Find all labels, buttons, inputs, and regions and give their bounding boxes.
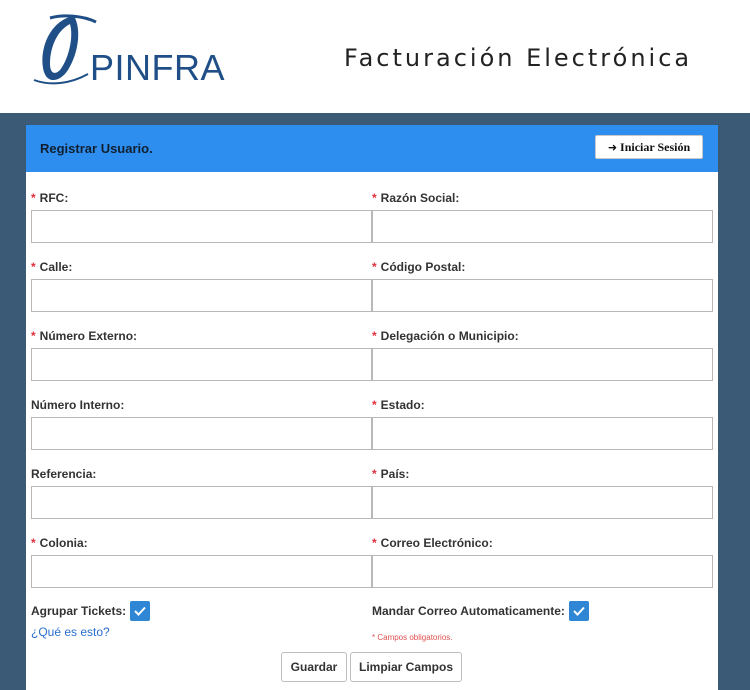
group-tickets-checkbox[interactable] (130, 601, 151, 621)
codigo-postal-input[interactable] (372, 279, 713, 312)
logo-text: PINFRA (90, 47, 226, 88)
field-correo: * Correo Electrónico: (372, 536, 713, 588)
calle-input[interactable] (31, 279, 372, 312)
field-label: Número Interno: (31, 398, 125, 412)
field-colonia: * Colonia: (31, 536, 372, 588)
colonia-input[interactable] (31, 555, 372, 588)
field-label: Referencia: (31, 467, 97, 481)
numero-interno-input[interactable] (31, 417, 372, 450)
checkmark-icon (134, 606, 146, 616)
field-numero-interno: Número Interno: (31, 398, 372, 450)
correo-input[interactable] (372, 555, 713, 588)
field-numero-externo: * Número Externo: (31, 329, 372, 381)
referencia-input[interactable] (31, 486, 372, 519)
auto-mail-label: Mandar Correo Automaticamente: (372, 604, 565, 618)
required-fields-note: * Campos obligatorios. (372, 633, 453, 642)
field-calle: * Calle: (31, 260, 372, 312)
razon-social-input[interactable] (372, 210, 713, 243)
login-button-label: Iniciar Sesión (620, 139, 691, 154)
delegacion-input[interactable] (372, 348, 713, 381)
group-tickets-row: Agrupar Tickets: (31, 601, 151, 621)
field-label: * Calle: (31, 260, 73, 274)
estado-input[interactable] (372, 417, 713, 450)
sign-in-icon: ➜ (607, 140, 618, 154)
field-pais: * País: (372, 467, 713, 519)
checkmark-icon (573, 606, 585, 616)
field-estado: * Estado: (372, 398, 713, 450)
panel-header: Registrar Usuario. ➜ Iniciar Sesión (26, 125, 718, 172)
field-label: * Delegación o Municipio: (372, 329, 519, 343)
clear-fields-button[interactable]: Limpiar Campos (350, 652, 462, 682)
field-rfc: * RFC: (31, 191, 372, 243)
register-panel: Registrar Usuario. ➜ Iniciar Sesión * RFC… (26, 125, 718, 690)
field-label: * Colonia: (31, 536, 88, 550)
field-codigo-postal: * Código Postal: (372, 260, 713, 312)
field-referencia: Referencia: (31, 467, 372, 519)
field-razon-social: * Razón Social: (372, 191, 713, 243)
rfc-input[interactable] (31, 210, 372, 243)
auto-mail-checkbox[interactable] (568, 601, 589, 621)
numero-externo-input[interactable] (31, 348, 372, 381)
field-label: * Correo Electrónico: (372, 536, 493, 550)
auto-mail-row: Mandar Correo Automaticamente: (372, 601, 589, 621)
pais-input[interactable] (372, 486, 713, 519)
panel-title: Registrar Usuario. (40, 141, 153, 156)
field-label: * RFC: (31, 191, 69, 205)
field-delegacion: * Delegación o Municipio: (372, 329, 713, 381)
login-button[interactable]: ➜ Iniciar Sesión (595, 135, 703, 159)
field-label: * Razón Social: (372, 191, 460, 205)
field-label: * País: (372, 467, 410, 481)
field-label: * Código Postal: (372, 260, 466, 274)
pinfra-logo: PINFRA (30, 10, 250, 90)
what-is-this-link[interactable]: ¿Qué es esto? (31, 625, 110, 639)
field-label: * Número Externo: (31, 329, 138, 343)
save-button[interactable]: Guardar (281, 652, 347, 682)
page-header: PINFRA Facturación Electrónica (0, 0, 750, 113)
app-title: Facturación Electrónica (344, 44, 693, 72)
group-tickets-label: Agrupar Tickets: (31, 604, 127, 618)
field-label: * Estado: (372, 398, 425, 412)
